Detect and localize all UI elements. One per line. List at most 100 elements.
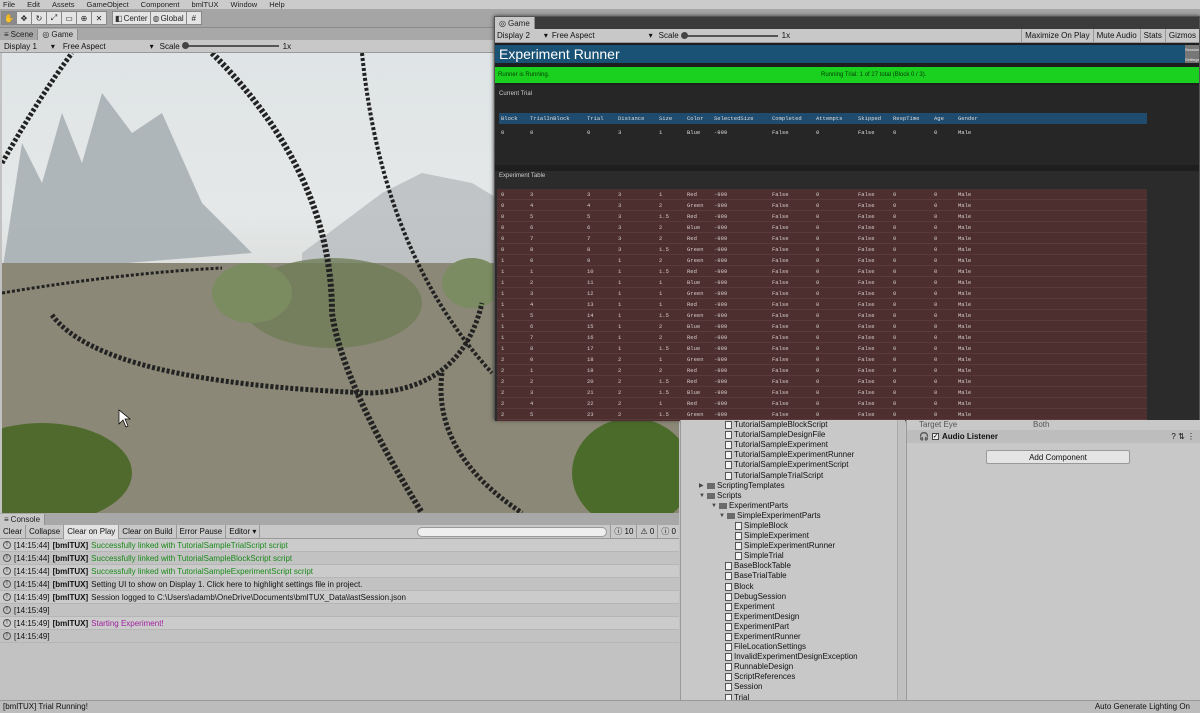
- console-search-input[interactable]: [417, 526, 608, 537]
- table-row[interactable]: 0 7 7 3 2 Red -999 False 0 False 0 0 Male: [497, 233, 1147, 244]
- project-item[interactable]: Session: [681, 682, 905, 692]
- menu-item-edit[interactable]: Edit: [27, 0, 40, 9]
- project-item[interactable]: ▼ SimpleExperimentParts: [681, 511, 905, 521]
- table-row[interactable]: 0 6 6 3 2 Blue -999 False 0 False 0 0 Male: [497, 222, 1147, 233]
- scale-slider[interactable]: [181, 42, 279, 49]
- table-row[interactable]: 2 4 22 2 1 Red -999 False 0 False 0 0 Male: [497, 398, 1147, 409]
- table-row[interactable]: 2 5 23 2 1.5 Green -999 False 0 False 0 0 Male: [497, 409, 1147, 420]
- target-eye-value[interactable]: Both: [1033, 420, 1049, 429]
- table-row[interactable]: 0 3 3 3 1 Red -999 False 0 False 0 0 Male: [497, 189, 1147, 200]
- stats-button[interactable]: Stats: [1139, 28, 1165, 43]
- project-item[interactable]: DebugSession: [681, 592, 905, 602]
- editor-dropdown[interactable]: Editor ▾: [226, 524, 261, 539]
- project-item[interactable]: SimpleExperimentRunner: [681, 541, 905, 551]
- hand-tool-icon[interactable]: ✋: [1, 11, 17, 25]
- table-row[interactable]: 1 2 11 1 1 Blue -999 False 0 False 0 0 Male: [497, 277, 1147, 288]
- aspect-dropdown[interactable]: Free Aspect ▾: [550, 31, 655, 40]
- project-item[interactable]: Block: [681, 582, 905, 592]
- tab-console[interactable]: ≡ Console: [0, 514, 46, 525]
- status-message[interactable]: [bmlTUX] Trial Running!: [3, 701, 88, 713]
- console-log-line[interactable]: ! [14:15:44] [bmlTUX] Successfully linked w…: [0, 539, 679, 552]
- project-item[interactable]: ScriptReferences: [681, 672, 905, 682]
- table-row[interactable]: 0 4 4 3 2 Green -999 False 0 False 0 0 Male: [497, 200, 1147, 211]
- project-item[interactable]: TutorialSampleExperimentScript: [681, 460, 905, 470]
- console-log-line[interactable]: ! [14:15:49]: [0, 604, 679, 617]
- project-item[interactable]: InvalidExperimentDesignException: [681, 652, 905, 662]
- transform-tool-icon[interactable]: ⊕: [76, 11, 92, 25]
- menu-item-file[interactable]: File: [3, 0, 15, 9]
- tree-arrow-icon[interactable]: ▼: [711, 501, 717, 511]
- menu-item-bmltux[interactable]: bmlTUX: [191, 0, 218, 9]
- table-row[interactable]: 0 8 8 3 1.5 Green -999 False 0 False 0 0 Male: [497, 244, 1147, 255]
- project-item[interactable]: TutorialSampleBlockScript: [681, 420, 905, 430]
- warning-count[interactable]: ⚠ 0: [636, 524, 657, 539]
- console-log-line[interactable]: ! [14:15:44] [bmlTUX] Successfully linked w…: [0, 552, 679, 565]
- menu-item-component[interactable]: Component: [141, 0, 180, 9]
- project-item[interactable]: FileLocationSettings: [681, 642, 905, 652]
- session-settings-button[interactable]: Session Settings: [1185, 45, 1199, 63]
- table-row[interactable]: 1 7 16 1 2 Red -999 False 0 False 0 0 Male: [497, 332, 1147, 343]
- tab-game-display2[interactable]: ◎ Game: [495, 17, 535, 29]
- table-row[interactable]: 2 0 18 2 1 Green -999 False 0 False 0 0 Male: [497, 354, 1147, 365]
- rect-tool-icon[interactable]: ▭: [61, 11, 77, 25]
- global-space-button[interactable]: ◍ Global: [149, 11, 187, 25]
- checkbox[interactable]: ✓: [931, 433, 939, 440]
- project-item[interactable]: ▼ Scripts: [681, 491, 905, 501]
- project-item[interactable]: ▶ ScriptingTemplates: [681, 481, 905, 491]
- menu-item-help[interactable]: Help: [269, 0, 284, 9]
- display-dropdown[interactable]: Display 1 ▾: [2, 42, 57, 51]
- audio-listener-header[interactable]: 🎧 ✓ Audio Listener ? ⇅ ⋮: [907, 430, 1200, 443]
- project-item[interactable]: Trial: [681, 693, 905, 700]
- project-item[interactable]: ExperimentDesign: [681, 612, 905, 622]
- project-item[interactable]: Experiment: [681, 602, 905, 612]
- clear-button[interactable]: Clear: [0, 524, 27, 539]
- display-dropdown[interactable]: Display 2 ▾: [495, 31, 550, 40]
- add-component-button[interactable]: Add Component: [986, 450, 1130, 464]
- tab-game-display1[interactable]: ◎ Game: [38, 29, 79, 40]
- console-log-line[interactable]: ! [14:15:49] [bmlTUX] Session logged to C:\…: [0, 591, 679, 604]
- project-item[interactable]: BaseTrialTable: [681, 571, 905, 581]
- project-item[interactable]: TutorialSampleDesignFile: [681, 430, 905, 440]
- project-item[interactable]: SimpleExperiment: [681, 531, 905, 541]
- auto-lighting-status[interactable]: Auto Generate Lighting On: [1095, 701, 1200, 713]
- collapse-button[interactable]: Collapse: [26, 524, 65, 539]
- aspect-dropdown[interactable]: Free Aspect ▾: [61, 42, 156, 51]
- project-item[interactable]: TutorialSampleExperiment: [681, 440, 905, 450]
- project-item[interactable]: ExperimentRunner: [681, 632, 905, 642]
- tree-arrow-icon[interactable]: ▼: [719, 511, 725, 521]
- scale-tool-icon[interactable]: ⤢: [46, 11, 62, 25]
- table-row[interactable]: 2 2 20 2 1.5 Red -999 False 0 False 0 0 Male: [497, 376, 1147, 387]
- tree-arrow-icon[interactable]: ▼: [699, 491, 705, 501]
- custom-tool-icon[interactable]: ✕: [91, 11, 107, 25]
- table-row[interactable]: 2 3 21 2 1.5 Blue -999 False 0 False 0 0 Male: [497, 387, 1147, 398]
- project-item[interactable]: ▼ ExperimentParts: [681, 501, 905, 511]
- grid-snap-button[interactable]: #: [185, 11, 202, 25]
- table-row[interactable]: 1 8 17 1 1.5 Blue -999 False 0 False 0 0 Male: [497, 343, 1147, 354]
- menu-item-assets[interactable]: Assets: [52, 0, 75, 9]
- center-pivot-button[interactable]: ◧ Center: [112, 11, 151, 25]
- table-row[interactable]: 1 3 12 1 1 Green -999 False 0 False 0 0 Male: [497, 288, 1147, 299]
- menu-item-window[interactable]: Window: [231, 0, 258, 9]
- tab-scene[interactable]: ≡ Scene: [0, 29, 39, 40]
- console-log-line[interactable]: ! [14:15:49] [bmlTUX] Starting Experiment!: [0, 617, 679, 630]
- scale-slider[interactable]: [680, 31, 778, 39]
- table-row[interactable]: 1 6 15 1 2 Blue -999 False 0 False 0 0 Male: [497, 321, 1147, 332]
- project-item[interactable]: SimpleBlock: [681, 521, 905, 531]
- move-tool-icon[interactable]: ✥: [16, 11, 32, 25]
- component-menu-icon[interactable]: ? ⇅ ⋮: [1171, 432, 1195, 441]
- project-scrollbar[interactable]: [897, 420, 905, 700]
- console-log-line[interactable]: ! [14:15:49]: [0, 630, 679, 643]
- tree-arrow-icon[interactable]: ▶: [699, 481, 705, 491]
- table-row[interactable]: 1 1 10 1 1.5 Red -999 False 0 False 0 0 Male: [497, 266, 1147, 277]
- table-row[interactable]: 1 4 13 1 1 Red -999 False 0 False 0 0 Male: [497, 299, 1147, 310]
- error-pause-button[interactable]: Error Pause: [177, 524, 227, 539]
- project-item[interactable]: ExperimentPart: [681, 622, 905, 632]
- rotate-tool-icon[interactable]: ↻: [31, 11, 47, 25]
- error-count[interactable]: ⓘ 0: [657, 524, 679, 539]
- project-item[interactable]: TutorialSampleExperimentRunner: [681, 450, 905, 460]
- clear-on-build-button[interactable]: Clear on Build: [119, 524, 177, 539]
- clear-on-play-button[interactable]: Clear on Play: [64, 524, 120, 539]
- project-item[interactable]: SimpleTrial: [681, 551, 905, 561]
- console-log-line[interactable]: ! [14:15:44] [bmlTUX] Setting UI to show on…: [0, 578, 679, 591]
- table-row[interactable]: 1 5 14 1 1.5 Green -999 False 0 False 0 0 Male: [497, 310, 1147, 321]
